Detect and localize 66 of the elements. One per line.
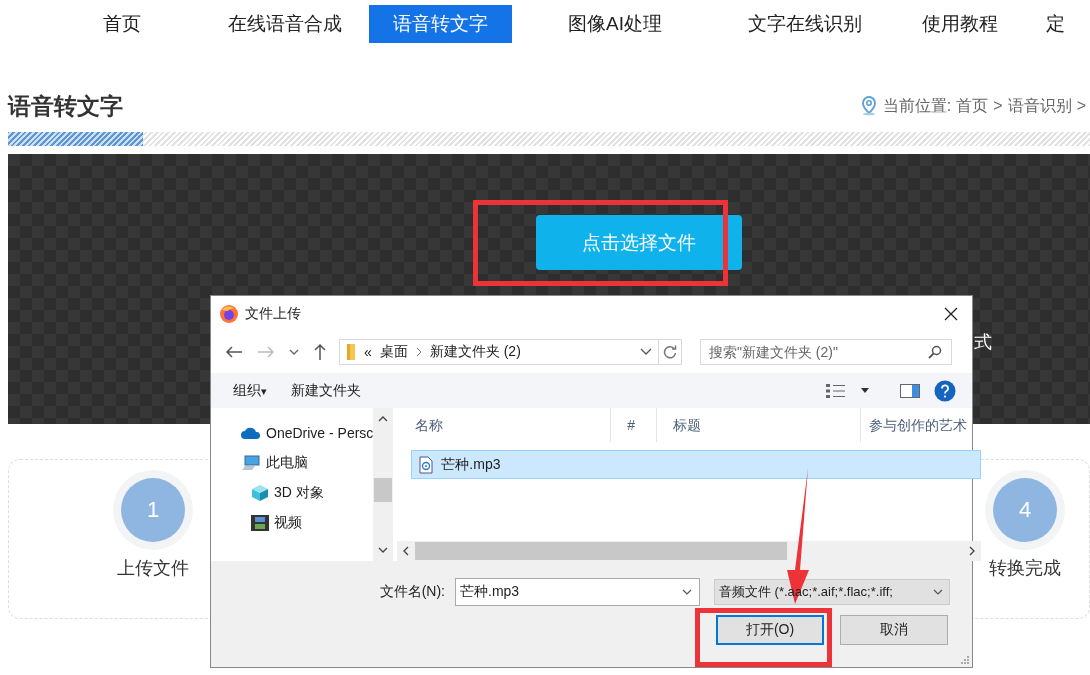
scroll-thumb[interactable] <box>374 478 393 502</box>
cube-icon <box>251 484 269 502</box>
nav-pane-item[interactable]: 此电脑 <box>266 454 308 472</box>
toolbar-button[interactable]: 组织▾ <box>233 381 267 400</box>
toolbar-button[interactable]: 新建文件夹 <box>290 381 361 400</box>
nav-tab[interactable]: 定 <box>1021 5 1089 43</box>
chevron-down-icon[interactable] <box>289 349 299 355</box>
nav-tab[interactable]: 在线语音合成 <box>204 5 366 43</box>
breadcrumb-link[interactable]: 首页 <box>956 95 989 117</box>
dialog-button[interactable]: 打开(O) <box>716 615 824 645</box>
file-row[interactable]: 芒种.mp3 <box>411 450 982 479</box>
column-header[interactable]: 标题 <box>657 408 862 442</box>
column-header[interactable]: 名称 <box>411 408 612 442</box>
scroll-right-icon[interactable] <box>969 546 976 556</box>
nav-tab[interactable]: 首页 <box>79 5 165 43</box>
cloud-icon <box>241 427 261 439</box>
nav-pane-item[interactable]: OneDrive - Persc <box>266 425 374 441</box>
folder-icon <box>346 344 356 360</box>
nav-tab[interactable]: 文字在线识别 <box>724 5 886 43</box>
caret-icon[interactable] <box>860 387 870 394</box>
help-icon[interactable] <box>934 379 956 402</box>
dialog-button[interactable]: 取消 <box>840 615 948 645</box>
resize-grip-icon[interactable] <box>960 655 970 665</box>
breadcrumb-link[interactable]: 语音识别 <box>1007 95 1072 117</box>
scroll-left-icon[interactable] <box>403 546 410 556</box>
column-header[interactable]: # <box>611 408 658 442</box>
browser-icon <box>219 303 239 324</box>
chevron-down-icon[interactable] <box>682 589 692 595</box>
scroll-up-icon[interactable] <box>378 416 389 422</box>
chevron-down-icon[interactable] <box>640 348 652 356</box>
nav-tab[interactable]: 语音转文字 <box>368 5 512 43</box>
step-label: 转换完成 <box>989 557 1061 580</box>
page-title: 语音转文字 <box>8 91 123 121</box>
address-bar[interactable]: « 桌面 新建文件夹 (2) <box>339 339 659 365</box>
breadcrumb-separator: > <box>1076 97 1086 115</box>
nav-tab[interactable]: 使用教程 <box>898 5 1022 43</box>
breadcrumb-separator: > <box>993 97 1003 115</box>
vertical-scrollbar[interactable] <box>373 408 394 561</box>
audio-file-icon <box>419 455 434 474</box>
close-icon[interactable] <box>944 306 958 321</box>
panel-text: 式 <box>974 331 992 354</box>
refresh-icon <box>663 345 677 359</box>
search-icon <box>928 345 942 359</box>
film-icon <box>251 514 269 532</box>
preview-pane-icon[interactable] <box>900 382 920 399</box>
location-icon <box>859 96 878 116</box>
dialog-title: 文件上传 <box>245 304 301 323</box>
search-field[interactable]: 搜索"新建文件夹 (2)" <box>700 339 952 365</box>
step-label: 上传文件 <box>117 557 189 580</box>
back-arrow-icon[interactable] <box>225 345 243 359</box>
file-name-field[interactable]: 芒种.mp3 <box>455 578 700 606</box>
nav-tab[interactable]: 图像AI处理 <box>544 5 686 43</box>
refresh-button[interactable] <box>658 339 682 365</box>
horizontal-scrollbar[interactable] <box>397 541 982 561</box>
nav-pane-item[interactable]: 3D 对象 <box>274 484 324 502</box>
breadcrumb-label: 当前位置: <box>882 95 952 116</box>
nav-pane-item[interactable]: 视频 <box>274 514 302 532</box>
chevron-down-icon <box>933 589 943 595</box>
scroll-down-icon[interactable] <box>378 547 389 553</box>
column-header[interactable]: 参与创作的艺术 <box>861 408 982 442</box>
view-list-icon[interactable] <box>826 382 846 399</box>
up-arrow-icon[interactable] <box>313 343 327 361</box>
file-name-label: 文件名(N): <box>379 583 445 601</box>
scroll-thumb[interactable] <box>415 542 788 560</box>
computer-icon <box>241 455 261 471</box>
chevron-right-icon <box>415 347 422 357</box>
